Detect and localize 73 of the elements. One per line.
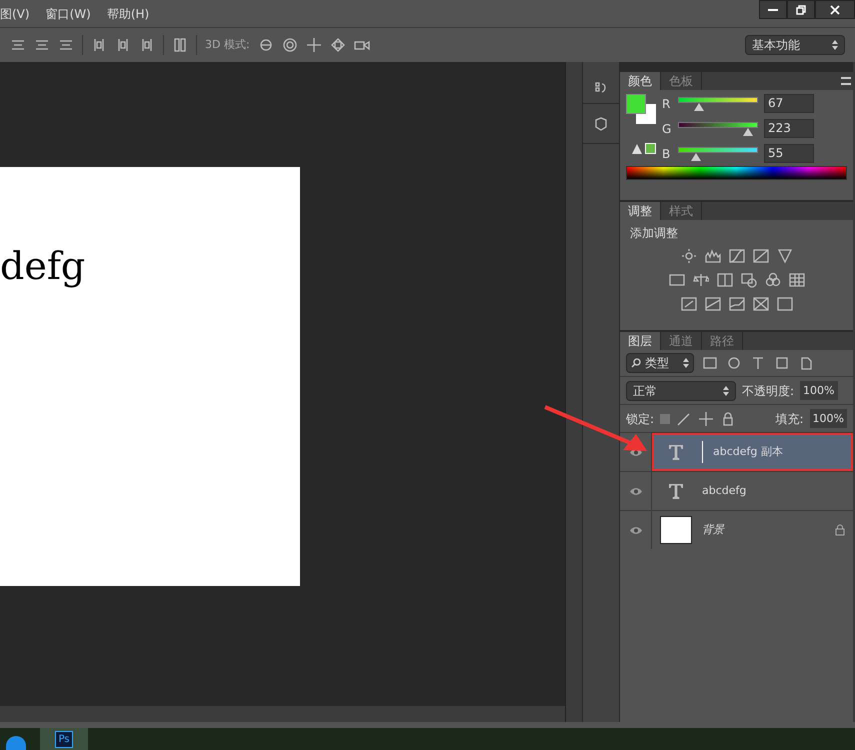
eye-icon[interactable]: [628, 526, 642, 534]
close-icon: [830, 4, 840, 14]
updown-arrows-icon: [723, 386, 729, 396]
eye-icon[interactable]: [628, 486, 642, 496]
x-square-icon[interactable]: [752, 296, 768, 312]
background-swatch[interactable]: [636, 114, 646, 124]
workspace-select[interactable]: 基本功能: [745, 35, 845, 55]
slider-thumb[interactable]: [694, 102, 704, 110]
blend-mode-select[interactable]: 正常: [626, 380, 736, 400]
channel-label: R: [662, 96, 672, 112]
circles-icon[interactable]: [764, 272, 780, 288]
layer-row[interactable]: 背景: [652, 511, 853, 549]
layer-row[interactable]: abcdefg: [652, 472, 853, 510]
type-layer-icon: [668, 444, 684, 460]
layer-name: abcdefg 副本: [713, 444, 783, 460]
updown-arrows-icon: [832, 40, 838, 50]
channel-slider[interactable]: [678, 122, 758, 136]
channel-value-field[interactable]: 67: [764, 94, 814, 113]
half-square-icon[interactable]: [716, 272, 732, 288]
restore-button[interactable]: [787, 0, 815, 19]
updown-arrows-icon: [683, 358, 689, 368]
channel-label: B: [662, 146, 672, 162]
opacity-field[interactable]: 100%: [800, 381, 838, 400]
layer-row[interactable]: abcdefg 副本: [652, 433, 853, 471]
layer-name: 背景: [702, 522, 724, 538]
columns-icon[interactable]: [172, 37, 188, 53]
curve-icon[interactable]: [728, 248, 744, 264]
scale-icon[interactable]: [692, 272, 708, 288]
camera-filter-icon[interactable]: [740, 272, 756, 288]
background-swatch[interactable]: [646, 104, 656, 124]
channel-value-field[interactable]: 55: [764, 144, 814, 163]
restore-icon: [796, 4, 806, 14]
brush-icon[interactable]: [676, 410, 692, 426]
channel-slider[interactable]: [678, 96, 758, 110]
foreground-swatch[interactable]: [626, 94, 646, 114]
web-color-swatch[interactable]: [645, 143, 656, 154]
shape-icon[interactable]: [774, 355, 790, 371]
grid-icon[interactable]: [788, 272, 804, 288]
move-icon[interactable]: [306, 37, 322, 53]
panel-menu-icon[interactable]: [841, 77, 851, 85]
document-text: defg: [0, 247, 86, 285]
scrollbar[interactable]: [0, 706, 565, 722]
search-icon: [631, 358, 641, 368]
histogram-icon[interactable]: [704, 248, 720, 264]
close-button[interactable]: [815, 0, 855, 19]
menu-item[interactable]: 图(V): [0, 4, 38, 22]
panel-tab[interactable]: 颜色: [620, 72, 661, 90]
fill-label: 填充:: [776, 410, 804, 428]
menu-item[interactable]: 窗口(W): [38, 4, 99, 22]
triangle-icon[interactable]: [776, 248, 792, 264]
layer-thumbnail: [660, 516, 692, 544]
type-layer-icon: [668, 483, 684, 499]
cube-icon[interactable]: [593, 116, 609, 132]
channel-value-field[interactable]: 223: [764, 119, 814, 138]
color-spectrum[interactable]: [626, 166, 847, 180]
layer-name: abcdefg: [702, 482, 746, 499]
panel-title: 添加调整: [629, 225, 679, 242]
panel-tab[interactable]: 图层: [620, 332, 661, 350]
fill-field[interactable]: 100%: [810, 409, 847, 428]
sun-icon[interactable]: [680, 248, 696, 264]
opacity-label: 不透明度:: [742, 382, 794, 400]
panel-tab[interactable]: 调整: [620, 202, 661, 220]
type-icon[interactable]: [750, 355, 766, 371]
menu-item[interactable]: 帮助(H): [98, 4, 158, 22]
lock-label: 锁定:: [626, 410, 654, 428]
exposure-icon[interactable]: [752, 248, 768, 264]
move-icon[interactable]: [698, 410, 714, 426]
minimize-button[interactable]: [759, 0, 787, 19]
channel-label: G: [662, 120, 672, 138]
mode-label: 3D 模式:: [205, 36, 250, 53]
slider-thumb[interactable]: [742, 128, 753, 136]
taskbar-app-button[interactable]: Ps: [40, 728, 88, 750]
filter-select[interactable]: 类型: [626, 353, 694, 373]
